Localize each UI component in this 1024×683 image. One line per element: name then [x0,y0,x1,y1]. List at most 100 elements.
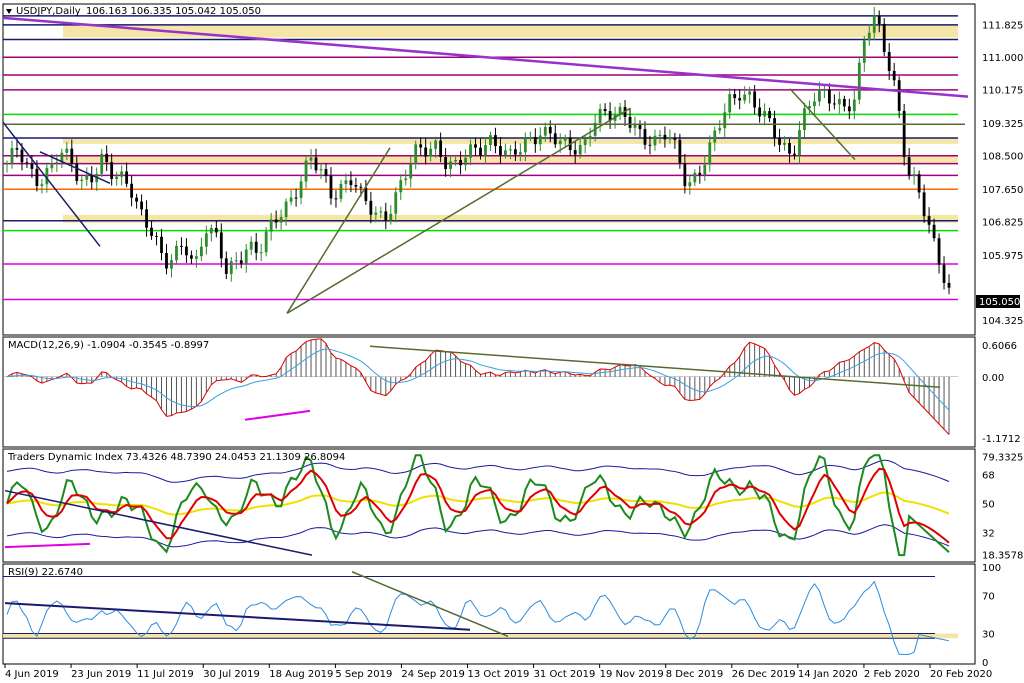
rsi-zone [3,633,958,639]
candle-body [842,98,846,107]
price-tick-label: 111.825 [982,21,1023,32]
candle-body [40,184,44,187]
candle-body [354,185,358,187]
tdi-tick-label: 18.3578 [982,551,1023,562]
candle-body [369,200,373,215]
candle-body [877,15,881,24]
candle-body [723,112,727,129]
price-panel [2,3,976,336]
candle-body [209,227,213,234]
candle-body [394,192,398,214]
candle-body [214,227,218,233]
candle-body [279,217,283,223]
candle-body [329,175,333,199]
candle-body [150,227,153,236]
candle-body [70,148,74,164]
candle-body [788,142,791,154]
candle-body [414,144,418,165]
candle-body [65,148,69,153]
candle-body [927,216,931,225]
candle-body [359,186,363,188]
candle-body [224,258,228,274]
candle-body [783,142,786,145]
candle-body [897,80,901,111]
candle-body [857,62,861,100]
candle-body [518,152,522,155]
x-tick-label: 24 Sep 2019 [401,669,464,680]
candle-body [718,128,722,131]
candle-body [823,89,826,91]
candle-body [484,145,487,156]
candle-body [125,171,129,184]
price-tick-label: 106.825 [982,218,1023,229]
x-tick-label: 23 Jun 2019 [71,669,131,680]
usdjpy-chart: 111.825 111.000 110.175 109.325 108.500 107.6… [2,3,1023,680]
candle-body [773,118,776,138]
price-ohlc: 106.163 106.335 105.042 105.050 [86,6,261,17]
rsi-panel [2,563,976,665]
candle-body [693,172,697,183]
candle-body [683,162,687,187]
candle-body [259,252,263,254]
candle-body [145,209,148,228]
candle-body [818,89,821,102]
candle-body [344,180,348,184]
candle-body [195,256,198,259]
price-tick-label: 107.650 [982,185,1023,196]
candle-body [653,135,657,146]
candle-body [155,235,158,237]
candle-body [384,211,388,221]
candle-body [803,108,806,131]
tdi-tick-label: 32 [982,529,995,540]
candle-body [289,197,293,202]
candle-body [110,162,114,179]
candle-body [180,245,183,247]
candle-body [170,260,173,269]
candle-body [937,238,941,265]
candle-body [334,198,338,200]
price-panel-title: USDJPY,Daily [16,6,81,17]
candle-body [429,148,433,157]
candle-body [319,169,323,171]
candle-body [917,174,921,193]
candle-body [234,260,238,262]
candle-body [379,211,383,213]
candle-body [509,149,512,151]
candle-body [738,98,742,101]
candle-body [548,127,552,134]
candle-body [264,231,268,253]
candle-body [494,135,497,147]
candle-body [768,111,771,119]
rsi-tick-label: 100 [982,563,1001,574]
candle-body [304,160,308,182]
candle-body [753,91,757,108]
candle-body [269,219,273,232]
candle-body [339,183,343,199]
candle-body [513,149,517,155]
candle-body [75,163,79,181]
candle-body [713,130,717,143]
x-tick-label: 4 Jun 2019 [5,669,59,680]
candle-body [389,213,393,221]
candle-body [204,233,208,247]
candle-body [474,144,477,148]
candle-body [404,178,408,181]
candle-body [229,261,233,274]
candle-body [603,108,607,112]
candle-body [424,147,428,157]
candle-body [409,164,413,179]
candle-body [563,137,567,141]
candle-body [314,157,318,171]
candle-body [219,232,223,259]
candle-body [538,135,542,145]
candle-body [175,245,178,261]
candle-body [80,179,84,181]
x-tick-label: 18 Aug 2019 [269,669,333,680]
candle-body [115,176,119,179]
candle-body [902,110,906,158]
candle-body [140,201,143,210]
macd-tick-label: 0.6066 [982,341,1017,352]
candle-body [643,129,647,145]
candle-body [778,137,781,145]
macd-tick-label: 0.00 [982,373,1004,384]
